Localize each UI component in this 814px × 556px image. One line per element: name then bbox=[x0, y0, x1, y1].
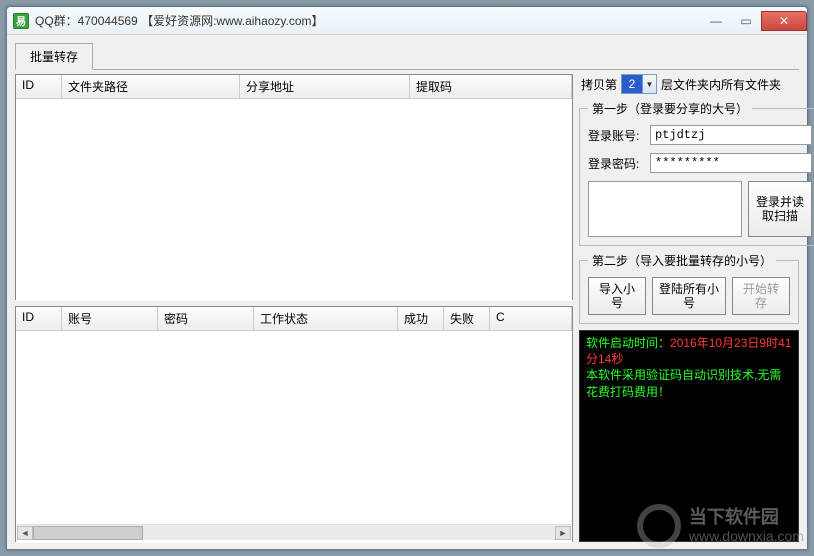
share-list-body[interactable] bbox=[16, 99, 572, 301]
account-list[interactable]: ID 账号 密码 工作状态 成功 失败 C ◄ ► bbox=[15, 306, 573, 542]
tabstrip: 批量转存 bbox=[15, 43, 799, 70]
tab-batch-transfer[interactable]: 批量转存 bbox=[15, 43, 93, 70]
close-button[interactable]: ✕ bbox=[761, 11, 807, 31]
step1-legend: 第一步（登录要分享的大号） bbox=[588, 100, 752, 117]
col-success[interactable]: 成功 bbox=[398, 307, 444, 330]
chevron-down-icon[interactable]: ▼ bbox=[642, 75, 656, 93]
account-label: 登录账号: bbox=[588, 127, 644, 144]
col-share-url[interactable]: 分享地址 bbox=[240, 75, 410, 98]
level-combobox[interactable]: 2 ▼ bbox=[621, 74, 657, 94]
import-accounts-button[interactable]: 导入小号 bbox=[588, 277, 646, 315]
horizontal-scrollbar[interactable]: ◄ ► bbox=[17, 524, 571, 540]
copy-prefix-label: 拷贝第 bbox=[581, 76, 617, 93]
col-status[interactable]: 工作状态 bbox=[254, 307, 398, 330]
login-all-button[interactable]: 登陆所有小号 bbox=[652, 277, 726, 315]
col-fail[interactable]: 失败 bbox=[444, 307, 490, 330]
level-selected-value: 2 bbox=[622, 75, 642, 93]
maximize-button[interactable]: ▭ bbox=[731, 11, 761, 31]
login-scan-button[interactable]: 登录并读取扫描 bbox=[748, 181, 812, 237]
scroll-thumb[interactable] bbox=[33, 526, 143, 540]
scroll-right-arrow[interactable]: ► bbox=[555, 526, 571, 540]
scroll-track[interactable] bbox=[33, 526, 555, 540]
log-line2: 本软件采用验证码自动识别技术,无需花费打码费用！ bbox=[586, 368, 781, 398]
titlebar[interactable]: 易 QQ群：470044569 【爱好资源网:www.aihaozy.com】 … bbox=[7, 7, 807, 35]
app-window: 易 QQ群：470044569 【爱好资源网:www.aihaozy.com】 … bbox=[6, 6, 808, 550]
col-extra[interactable]: C bbox=[490, 307, 572, 330]
col-folder-path[interactable]: 文件夹路径 bbox=[62, 75, 240, 98]
step2-group: 第二步（导入要批量转存的小号） 导入小号 登陆所有小号 开始转存 bbox=[579, 252, 799, 324]
app-icon: 易 bbox=[13, 13, 29, 29]
password-label: 登录密码: bbox=[588, 155, 644, 172]
col-password[interactable]: 密码 bbox=[158, 307, 254, 330]
col-id[interactable]: ID bbox=[16, 75, 62, 98]
captcha-box[interactable] bbox=[588, 181, 742, 237]
password-input[interactable] bbox=[650, 153, 812, 173]
client-area: 批量转存 ID 文件夹路径 分享地址 提取码 ID 账号 bbox=[7, 35, 807, 549]
copy-level-row: 拷贝第 2 ▼ 层文件夹内所有文件夹 bbox=[579, 74, 799, 94]
share-list-header: ID 文件夹路径 分享地址 提取码 bbox=[16, 75, 572, 99]
col-id[interactable]: ID bbox=[16, 307, 62, 330]
step1-group: 第一步（登录要分享的大号） 登录账号: 登录密码: 登录并读取扫描 bbox=[579, 100, 814, 246]
log-console: 软件启动时间：2016年10月23日9时41分14秒 本软件采用验证码自动识别技… bbox=[579, 330, 799, 542]
account-input[interactable] bbox=[650, 125, 812, 145]
scroll-left-arrow[interactable]: ◄ bbox=[17, 526, 33, 540]
minimize-button[interactable]: — bbox=[701, 11, 731, 31]
start-transfer-button[interactable]: 开始转存 bbox=[732, 277, 790, 315]
col-account[interactable]: 账号 bbox=[62, 307, 158, 330]
account-list-header: ID 账号 密码 工作状态 成功 失败 C bbox=[16, 307, 572, 331]
log-line1-prefix: 软件启动时间： bbox=[586, 336, 670, 350]
window-title: QQ群：470044569 【爱好资源网:www.aihaozy.com】 bbox=[35, 12, 324, 29]
col-extract-code[interactable]: 提取码 bbox=[410, 75, 572, 98]
account-list-body[interactable] bbox=[16, 331, 572, 543]
step2-legend: 第二步（导入要批量转存的小号） bbox=[588, 252, 776, 269]
share-list[interactable]: ID 文件夹路径 分享地址 提取码 bbox=[15, 74, 573, 300]
copy-suffix-label: 层文件夹内所有文件夹 bbox=[661, 76, 781, 93]
